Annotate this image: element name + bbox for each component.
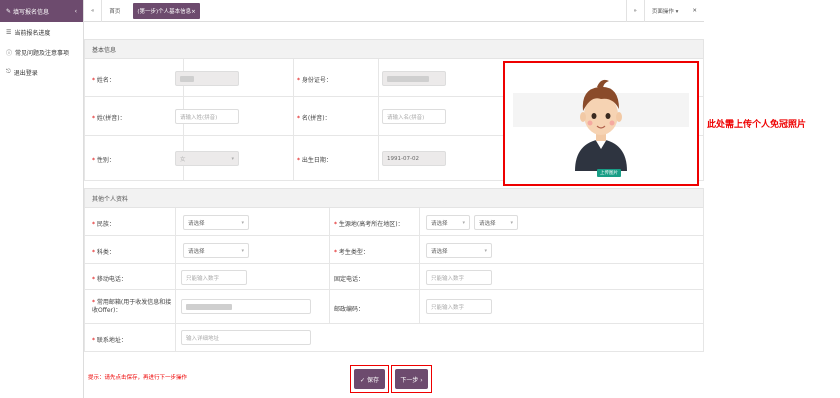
email-input[interactable]: [181, 299, 311, 314]
tab-home[interactable]: 首页: [102, 0, 127, 22]
ethnicity-select[interactable]: 请选择 ▾: [183, 215, 249, 230]
origin-province-select[interactable]: 请选择 ▾: [426, 215, 470, 230]
sidebar-item-faq[interactable]: ⓘ 常见问题及注意事项: [0, 42, 83, 62]
next-step-button[interactable]: 下一步 ›: [395, 369, 428, 389]
tab-personal-info[interactable]: (第一步)个人基本信息×: [133, 2, 200, 19]
row-ethnicity-origin: * 民族： 请选择 ▾ * 生源地(高考所在地区)： 请选择 ▾ 请选择 ▾: [84, 208, 704, 236]
sidebar-item-label: 常见问题及注意事项: [15, 49, 70, 57]
list-icon: ☰: [6, 28, 12, 36]
address-input[interactable]: 输入详细地址: [181, 330, 311, 345]
sidebar-item-label: 退出登录: [13, 69, 38, 77]
origin-city-select[interactable]: 请选择 ▾: [474, 215, 518, 230]
surname-pinyin-label: * 姓(拼音)：: [92, 115, 126, 122]
name-field[interactable]: [175, 71, 239, 86]
tab-bar: « 首页 (第一步)个人基本信息× » 页面操作 ▾ ✕: [84, 0, 704, 22]
tab-scroll-left-button[interactable]: «: [84, 0, 101, 22]
row-address: * 联系地址： 输入详细地址: [84, 324, 704, 352]
sidebar-item-logout[interactable]: ⎋ 退出登录: [0, 62, 83, 82]
row-email-postcode: * 常用邮箱(用于收发信息和接收Offer)： 邮政编码： 只能输入数字: [84, 290, 704, 324]
help-icon: ⓘ: [6, 49, 13, 57]
candidate-type-label: * 考生类型：: [334, 249, 369, 256]
birth-date-field[interactable]: 1991-07-02: [382, 151, 446, 166]
given-name-pinyin-label: * 名(拼音)：: [297, 115, 331, 122]
row-phones: * 移动电话： 只能输入数字 固定电话： 只能输入数字: [84, 264, 704, 290]
sidebar: ✎ 填写报名信息 ‹ ☰ 当前报名进度 ⓘ 常见问题及注意事项 ⎋ 退出登录: [0, 0, 84, 398]
name-label: * 姓名：: [92, 77, 115, 84]
sidebar-item-progress[interactable]: ☰ 当前报名进度: [0, 22, 83, 42]
id-number-field[interactable]: [382, 71, 446, 86]
logout-icon: ⎋: [6, 68, 11, 75]
photo-upload-area[interactable]: 上传图片: [503, 61, 699, 186]
postcode-label: 邮政编码：: [334, 306, 365, 313]
save-button[interactable]: ✓ 保存: [354, 369, 385, 389]
tab-scroll-right-button[interactable]: »: [627, 0, 644, 22]
address-label: * 联系地址：: [92, 337, 127, 344]
landline-label: 固定电话：: [334, 276, 365, 283]
avatar: [513, 67, 689, 181]
chevron-left-icon[interactable]: ‹: [75, 8, 77, 15]
gender-select[interactable]: 女 ▾: [175, 151, 239, 166]
sidebar-item-label: 当前报名进度: [14, 29, 51, 37]
sidebar-header-label: 填写报名信息: [12, 8, 49, 16]
page-ops-menu[interactable]: 页面操作 ▾: [645, 0, 686, 22]
save-tip: 提示：请先点击保存，再进行下一步操作: [88, 375, 188, 381]
landline-input[interactable]: 只能输入数字: [426, 270, 492, 285]
mobile-input[interactable]: 只能输入数字: [181, 270, 247, 285]
given-name-pinyin-input[interactable]: 请输入名(拼音): [382, 109, 446, 124]
edit-icon: ✎: [6, 7, 13, 15]
close-icon[interactable]: ✕: [685, 0, 704, 22]
email-label: * 常用邮箱(用于收发信息和接收Offer)：: [92, 299, 172, 314]
birth-date-label: * 出生日期：: [297, 157, 332, 164]
section-basic-info: 基本信息: [84, 39, 704, 59]
gender-label: * 性别：: [92, 157, 115, 164]
subject-label: * 科类：: [92, 249, 115, 256]
row-subject-type: * 科类： 请选择 ▾ * 考生类型： 请选择 ▾: [84, 236, 704, 264]
upload-photo-button[interactable]: 上传图片: [597, 169, 621, 177]
candidate-type-select[interactable]: 请选择 ▾: [426, 243, 492, 258]
id-label: * 身份证号：: [297, 77, 332, 84]
avatar-placeholder-icon: [513, 67, 689, 171]
surname-pinyin-input[interactable]: 请输入姓(拼音): [175, 109, 239, 124]
photo-annotation: 此处需上传个人免冠照片: [707, 120, 807, 130]
postcode-input[interactable]: 只能输入数字: [426, 299, 492, 314]
ethnicity-label: * 民族：: [92, 221, 115, 228]
subject-select[interactable]: 请选择 ▾: [183, 243, 249, 258]
mobile-label: * 移动电话：: [92, 276, 127, 283]
origin-label: * 生源地(高考所在地区)：: [334, 221, 404, 228]
section-other-info: 其他个人资料: [84, 188, 704, 208]
sidebar-header[interactable]: ✎ 填写报名信息 ‹: [0, 0, 83, 22]
